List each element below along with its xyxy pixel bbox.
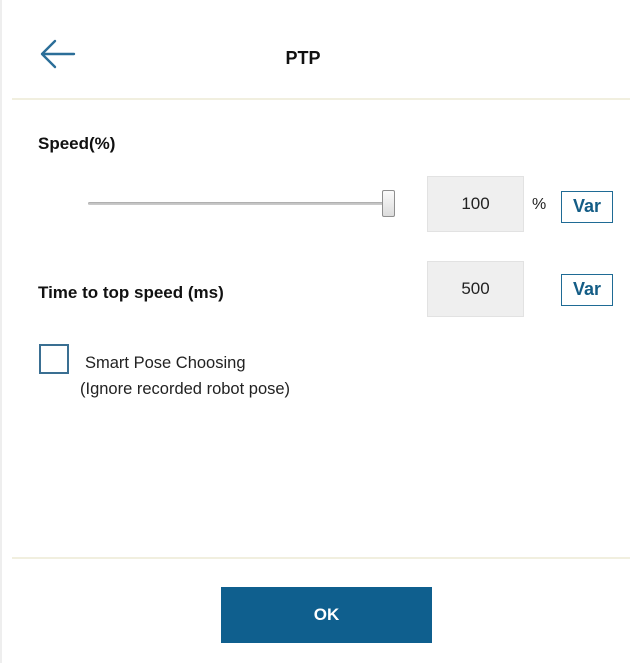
smart-pose-sublabel: (Ignore recorded robot pose) — [80, 380, 291, 398]
page-title: PTP — [285, 48, 321, 68]
speed-unit: % — [532, 196, 547, 213]
speed-label: Speed(%) — [38, 134, 116, 153]
time-to-top-speed-field[interactable]: 500 — [427, 261, 524, 317]
header-divider — [12, 98, 630, 100]
slider-thumb[interactable] — [381, 190, 395, 217]
left-edge-divider — [0, 0, 2, 663]
time-to-top-speed-label: Time to top speed (ms) — [38, 283, 224, 302]
footer-divider — [12, 557, 630, 559]
ok-button[interactable]: OK — [221, 587, 432, 643]
slider-track — [88, 202, 388, 205]
smart-pose-label: Smart Pose Choosing — [85, 354, 246, 372]
speed-var-button[interactable]: Var — [561, 191, 613, 223]
time-var-button[interactable]: Var — [561, 274, 613, 306]
speed-value-field[interactable]: 100 — [427, 176, 524, 232]
speed-slider[interactable] — [88, 188, 400, 220]
smart-pose-checkbox[interactable] — [39, 344, 69, 374]
